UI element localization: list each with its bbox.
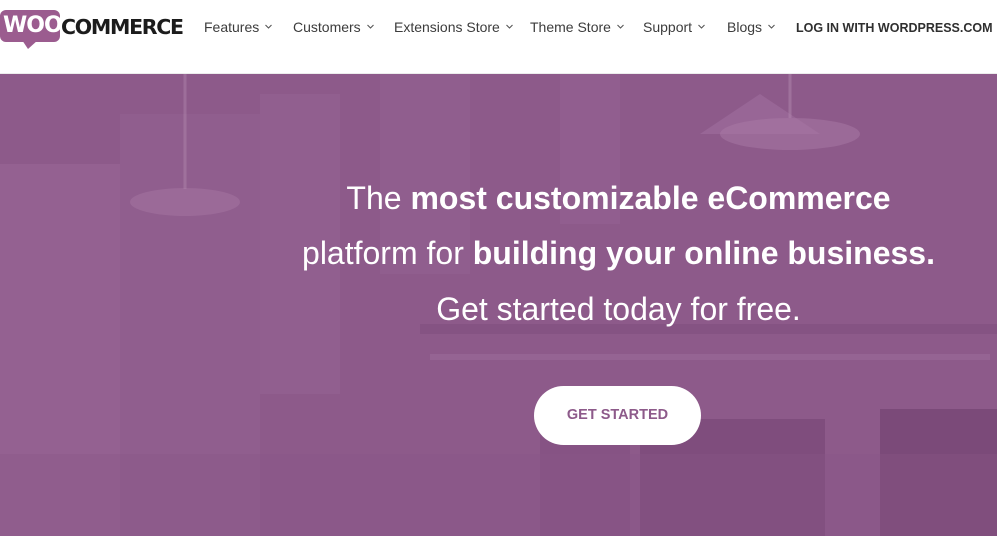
nav-item-label: Customers	[293, 19, 361, 35]
nav-item-label: Theme Store	[530, 19, 611, 35]
login-wordpress-link[interactable]: LOG IN WITH WORDPRESS.COM	[796, 18, 993, 38]
chevron-down-icon	[366, 23, 374, 30]
nav-item-label: Support	[643, 19, 693, 35]
chevron-down-icon	[505, 23, 513, 30]
woocommerce-logo[interactable]: WOO COMMERCE	[0, 6, 184, 50]
get-started-button[interactable]: GET STARTED	[534, 386, 701, 445]
hero-headline-line-2: platform for building your online busine…	[302, 235, 935, 271]
chevron-down-icon	[617, 23, 624, 30]
site-header: WOO COMMERCE Features Customers Extensio…	[0, 0, 997, 74]
hero-headline-line-1: The most customizable eCommerce	[346, 180, 891, 216]
nav-item-label: Features	[204, 19, 260, 35]
hero-subheadline: Get started today for free.	[436, 291, 801, 327]
nav-item-features[interactable]: Features	[204, 17, 273, 37]
chevron-down-icon	[265, 23, 273, 30]
nav-item-label: Blogs	[727, 19, 763, 35]
nav-item-label: Extensions Store	[394, 19, 500, 35]
nav-item-extensions-store[interactable]: Extensions Store	[394, 17, 513, 37]
nav-item-blogs[interactable]: Blogs	[727, 17, 775, 37]
chevron-down-icon	[768, 23, 775, 30]
nav-item-customers[interactable]: Customers	[293, 17, 374, 37]
logo-woo-text: WOO	[3, 13, 63, 38]
chevron-down-icon	[698, 23, 705, 30]
nav-item-theme-store[interactable]: Theme Store	[530, 17, 624, 37]
nav-item-support[interactable]: Support	[643, 17, 705, 37]
logo-bubble-tail	[22, 40, 38, 49]
hero-section: The most customizable eCommerce platform…	[0, 74, 997, 536]
logo-commerce-text: COMMERCE	[61, 15, 184, 39]
